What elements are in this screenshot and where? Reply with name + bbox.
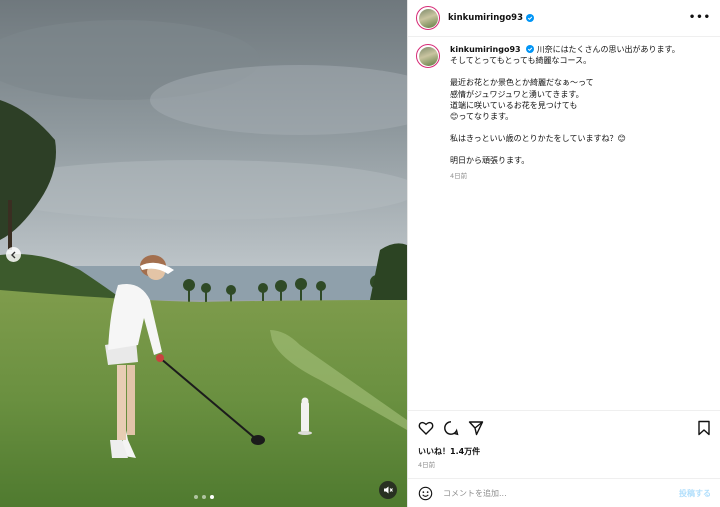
post-header: kinkumiringo93 •••	[408, 0, 720, 37]
caption-block: kinkumiringo93 川奈にはたくさんの思い出があります。 そしてとって…	[416, 44, 714, 182]
chevron-left-icon	[10, 251, 15, 258]
mute-toggle-button[interactable]	[379, 481, 397, 499]
caption-body: kinkumiringo93 川奈にはたくさんの思い出があります。 そしてとって…	[450, 44, 680, 182]
caption-text-line: 明日から頑張ります。	[450, 156, 530, 166]
verified-icon	[526, 45, 535, 53]
verified-icon	[526, 14, 535, 22]
emoji-icon[interactable]	[418, 486, 433, 501]
share-icon[interactable]	[468, 420, 484, 436]
heart-icon[interactable]	[418, 420, 434, 436]
previous-image-button[interactable]	[6, 247, 21, 262]
instagram-post: kinkumiringo93 ••• kinkumiringo93 川奈にはたく…	[0, 0, 720, 507]
caption-username[interactable]: kinkumiringo93	[450, 45, 521, 54]
caption-text-line: 😊ってなります。	[450, 112, 514, 122]
caption-text-line: そしてとってもとっても綺麗なコース。	[450, 56, 592, 66]
comment-bar: 投稿する	[408, 478, 720, 507]
carousel-dot	[194, 495, 198, 499]
golf-course-photo	[0, 0, 407, 507]
header-username[interactable]: kinkumiringo93	[448, 13, 523, 23]
likes-count[interactable]: いいね！1.4万件	[418, 446, 480, 457]
carousel-indicator	[194, 495, 214, 499]
more-options-button[interactable]: •••	[689, 12, 711, 23]
carousel-dot-active	[210, 495, 214, 499]
post-comment-button[interactable]: 投稿する	[679, 488, 711, 499]
post-photo[interactable]	[0, 0, 407, 507]
caption-text-line: 川奈にはたくさんの思い出があります。	[536, 45, 680, 54]
caption-text-line: 感情がジュワジュワと湧いてきます。	[450, 89, 584, 99]
avatar[interactable]	[416, 6, 440, 30]
action-bar	[408, 410, 720, 446]
comment-icon[interactable]	[443, 420, 459, 436]
carousel-dot	[202, 495, 206, 499]
caption-avatar[interactable]	[416, 44, 440, 68]
caption-text-line: 私はきっといい歳のとりかたをしていますね？😊	[450, 134, 626, 144]
post-side-panel: kinkumiringo93 ••• kinkumiringo93 川奈にはたく…	[407, 0, 720, 507]
caption-text-line: 最近お花とか景色とか綺麗だなぁ～って	[450, 78, 594, 88]
caption-timestamp: 4日前	[450, 171, 468, 180]
caption-first-line: kinkumiringo93 川奈にはたくさんの思い出があります。	[450, 44, 680, 55]
caption-text-line: 道端に咲いているお花を見つけても	[450, 100, 578, 110]
comment-input[interactable]	[443, 488, 663, 498]
post-timestamp[interactable]: 4日前	[418, 459, 435, 469]
mute-icon	[384, 486, 393, 494]
bookmark-icon[interactable]	[696, 420, 712, 436]
